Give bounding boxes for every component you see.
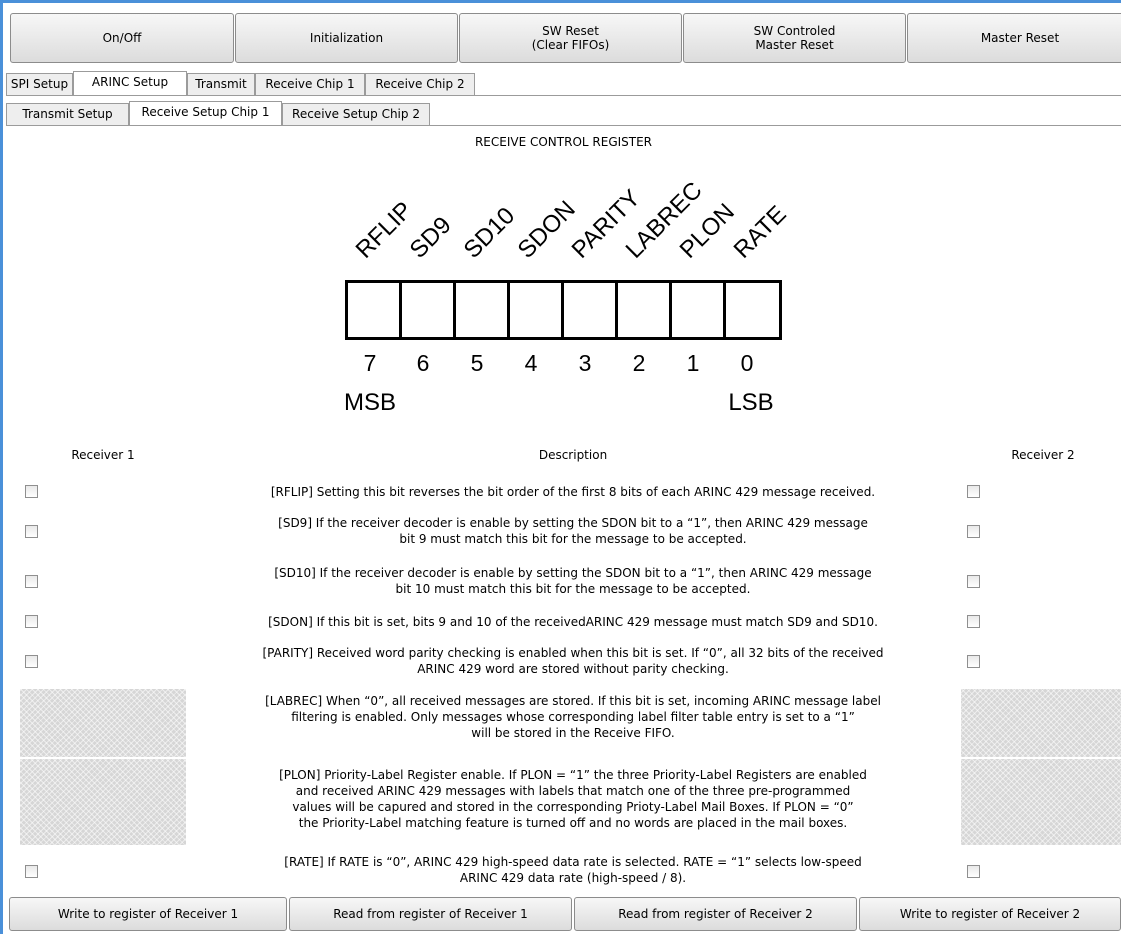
receiver1-rflip-checkbox[interactable]: [25, 485, 38, 498]
register-bit-box: [345, 280, 782, 340]
parity-description: [PARITY] Received word parity checking i…: [262, 646, 884, 676]
sw-reset-button[interactable]: SW Reset (Clear FIFOs): [459, 13, 682, 63]
receiver2-rate-checkbox[interactable]: [967, 865, 980, 878]
receiver2-plon-disabled-area: [961, 759, 1121, 845]
read-receiver2-button[interactable]: Read from register of Receiver 2: [574, 897, 857, 931]
write-receiver2-button[interactable]: Write to register of Receiver 2: [859, 897, 1121, 931]
write-receiver1-button[interactable]: Write to register of Receiver 1: [9, 897, 287, 931]
bit-cell-6: [402, 283, 456, 337]
tab-receive-chip-1[interactable]: Receive Chip 1: [255, 73, 365, 95]
sdon-description: [SDON] If this bit is set, bits 9 and 10…: [268, 615, 878, 629]
receiver1-plon-disabled-area: [20, 759, 186, 845]
tab-transmit[interactable]: Transmit: [187, 73, 255, 95]
bit-number-7: 7: [363, 350, 377, 376]
bit-number-5: 5: [470, 350, 484, 376]
bit-cell-2: [618, 283, 672, 337]
tab-receive-setup-chip-2[interactable]: Receive Setup Chip 2: [282, 103, 430, 125]
receiver2-rflip-checkbox[interactable]: [967, 485, 980, 498]
master-reset-button[interactable]: Master Reset: [907, 13, 1121, 63]
receiver1-labrec-disabled-area: [20, 689, 186, 757]
receiver1-sd10-checkbox[interactable]: [25, 575, 38, 588]
bit-cell-7: [348, 283, 402, 337]
sd10-description: [SD10] If the receiver decoder is enable…: [274, 566, 872, 596]
initialization-button[interactable]: Initialization: [235, 13, 458, 63]
receiver1-parity-checkbox[interactable]: [25, 655, 38, 668]
bit-number-0: 0: [740, 350, 754, 376]
plon-description: [PLON] Priority-Label Register enable. I…: [279, 768, 867, 830]
bit-cell-3: [564, 283, 618, 337]
receiver2-sd10-checkbox[interactable]: [967, 575, 980, 588]
tab-arinc-setup[interactable]: ARINC Setup: [73, 71, 187, 95]
sd9-description: [SD9] If the receiver decoder is enable …: [278, 516, 868, 546]
receiver2-header: Receiver 2: [1011, 448, 1075, 462]
receiver1-rate-checkbox[interactable]: [25, 865, 38, 878]
bit-number-4: 4: [524, 350, 538, 376]
bit-number-3: 3: [578, 350, 592, 376]
tab-spi-setup[interactable]: SPI Setup: [6, 73, 73, 95]
receiver1-header: Receiver 1: [71, 448, 135, 462]
rflip-description: [RFLIP] Setting this bit reverses the bi…: [270, 485, 876, 499]
app-window: On/Off Initialization SW Reset (Clear FI…: [0, 0, 1121, 934]
main-tab-baseline: [6, 95, 1121, 96]
receiver2-labrec-disabled-area: [961, 689, 1121, 757]
main-tab-bar: SPI Setup ARINC Setup Transmit Receive C…: [6, 71, 1121, 95]
read-receiver1-button[interactable]: Read from register of Receiver 1: [289, 897, 572, 931]
receiver1-sdon-checkbox[interactable]: [25, 615, 38, 628]
bit-label-rflip: RFLIP: [350, 196, 418, 264]
bit-label-rate: RATE: [728, 200, 792, 264]
register-title: RECEIVE CONTROL REGISTER: [474, 135, 653, 149]
bit-label-sd9: SD9: [404, 211, 457, 264]
bit-label-sdon: SDON: [512, 195, 581, 264]
receiver2-sdon-checkbox[interactable]: [967, 615, 980, 628]
sw-controlled-master-reset-button[interactable]: SW Controled Master Reset: [683, 13, 906, 63]
tab-receive-setup-chip-1[interactable]: Receive Setup Chip 1: [129, 101, 282, 125]
bit-label-sd10: SD10: [458, 202, 521, 264]
on-off-button[interactable]: On/Off: [10, 13, 234, 63]
bit-cell-5: [456, 283, 510, 337]
description-header: Description: [538, 448, 608, 462]
receiver2-parity-checkbox[interactable]: [967, 655, 980, 668]
receiver1-sd9-checkbox[interactable]: [25, 525, 38, 538]
bit-number-1: 1: [686, 350, 700, 376]
lsb-label: LSB: [728, 389, 774, 416]
receiver2-sd9-checkbox[interactable]: [967, 525, 980, 538]
tab-receive-chip-2[interactable]: Receive Chip 2: [365, 73, 475, 95]
bit-cell-1: [672, 283, 726, 337]
bit-number-6: 6: [416, 350, 430, 376]
bit-cell-4: [510, 283, 564, 337]
tab-transmit-setup[interactable]: Transmit Setup: [6, 103, 129, 125]
labrec-description: [LABREC] When “0”, all received messages…: [265, 694, 881, 740]
msb-label: MSB: [343, 389, 396, 416]
sub-tab-baseline: [6, 125, 1121, 126]
bit-number-2: 2: [632, 350, 646, 376]
sub-tab-bar: Transmit Setup Receive Setup Chip 1 Rece…: [6, 101, 1121, 125]
rate-description: [RATE] If RATE is “0”, ARINC 429 high-sp…: [284, 855, 862, 885]
